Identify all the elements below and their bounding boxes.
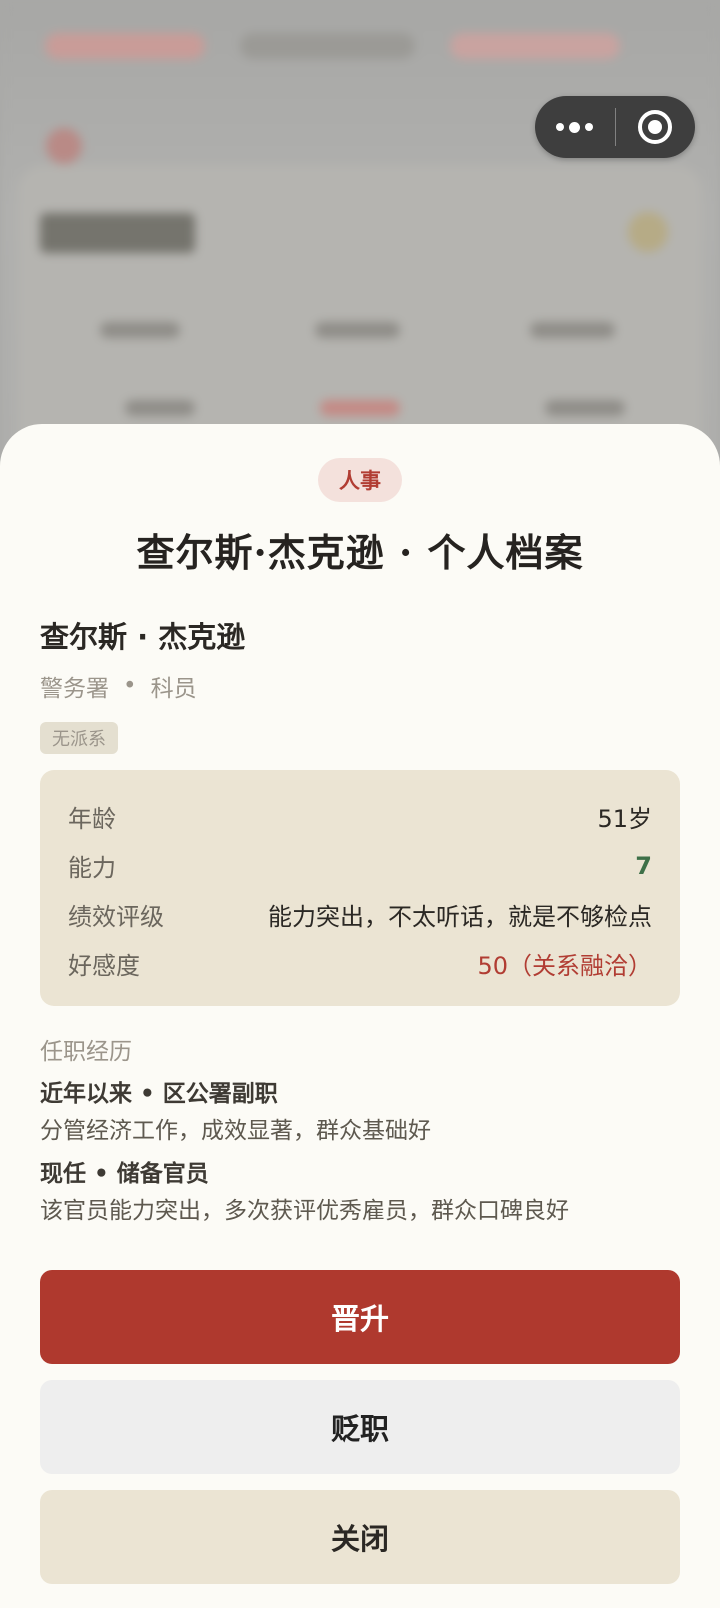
bg-line <box>530 322 615 338</box>
more-button[interactable] <box>535 96 615 158</box>
close-button[interactable]: 关闭 <box>40 1490 680 1584</box>
separator: • <box>123 673 137 699</box>
info-row-ability: 能力 7 <box>68 841 652 890</box>
bg-tab <box>240 33 415 59</box>
record-target-icon <box>638 110 673 144</box>
info-label: 年龄 <box>68 805 116 833</box>
person-name: 查尔斯 · 杰克逊 <box>40 620 246 654</box>
category-tag: 人事 <box>318 458 402 502</box>
bg-line <box>315 322 400 338</box>
info-value: 7 <box>635 851 652 880</box>
info-value: 51岁 <box>597 805 652 833</box>
close-program-button[interactable] <box>616 96 696 158</box>
sheet-title: 查尔斯·杰克逊 · 个人档案 <box>136 530 584 575</box>
info-card: 年龄 51岁 能力 7 绩效评级 能力突出，不太听话，就是不够检点 好感度 50… <box>40 770 680 1006</box>
info-label: 绩效评级 <box>68 903 164 931</box>
history-heading: 近年以来 • 区公署副职 <box>40 1081 278 1107</box>
person-subtitle: 警务署 • 科员 <box>40 669 197 703</box>
bg-icon <box>628 212 668 252</box>
info-label: 好感度 <box>68 952 140 980</box>
faction-badge: 无派系 <box>40 722 118 754</box>
info-row-performance: 绩效评级 能力突出，不太听话，就是不够检点 <box>68 890 652 939</box>
history-heading: 现任 • 储备官员 <box>40 1161 209 1187</box>
bg-line <box>125 400 195 416</box>
history-description: 分管经济工作，成效显著，群众基础好 <box>40 1118 431 1144</box>
bg-line <box>320 400 400 416</box>
mini-program-capsule <box>535 96 695 158</box>
history-title: 任职经历 <box>40 1039 132 1065</box>
more-dots-icon <box>556 121 594 133</box>
history-description: 该官员能力突出，多次获评优秀雇员，群众口碑良好 <box>40 1198 569 1224</box>
demote-button[interactable]: 贬职 <box>40 1380 680 1474</box>
bg-line <box>545 400 625 416</box>
bg-line <box>100 322 180 338</box>
bg-tab <box>450 33 620 59</box>
info-value: 50（关系融洽） <box>477 952 652 980</box>
promote-button[interactable]: 晋升 <box>40 1270 680 1364</box>
bg-tab <box>45 33 205 59</box>
position-label: 科员 <box>150 676 197 702</box>
bg-icon <box>46 128 82 164</box>
profile-sheet: 人事 查尔斯·杰克逊 · 个人档案 查尔斯 · 杰克逊 警务署 • 科员 无派系… <box>0 424 720 1608</box>
info-row-favor: 好感度 50（关系融洽） <box>68 939 652 988</box>
department-label: 警务署 <box>40 676 109 702</box>
info-value: 能力突出，不太听话，就是不够检点 <box>268 903 652 931</box>
bg-heading <box>40 213 195 253</box>
info-row-age: 年龄 51岁 <box>68 792 652 841</box>
info-label: 能力 <box>68 854 116 882</box>
